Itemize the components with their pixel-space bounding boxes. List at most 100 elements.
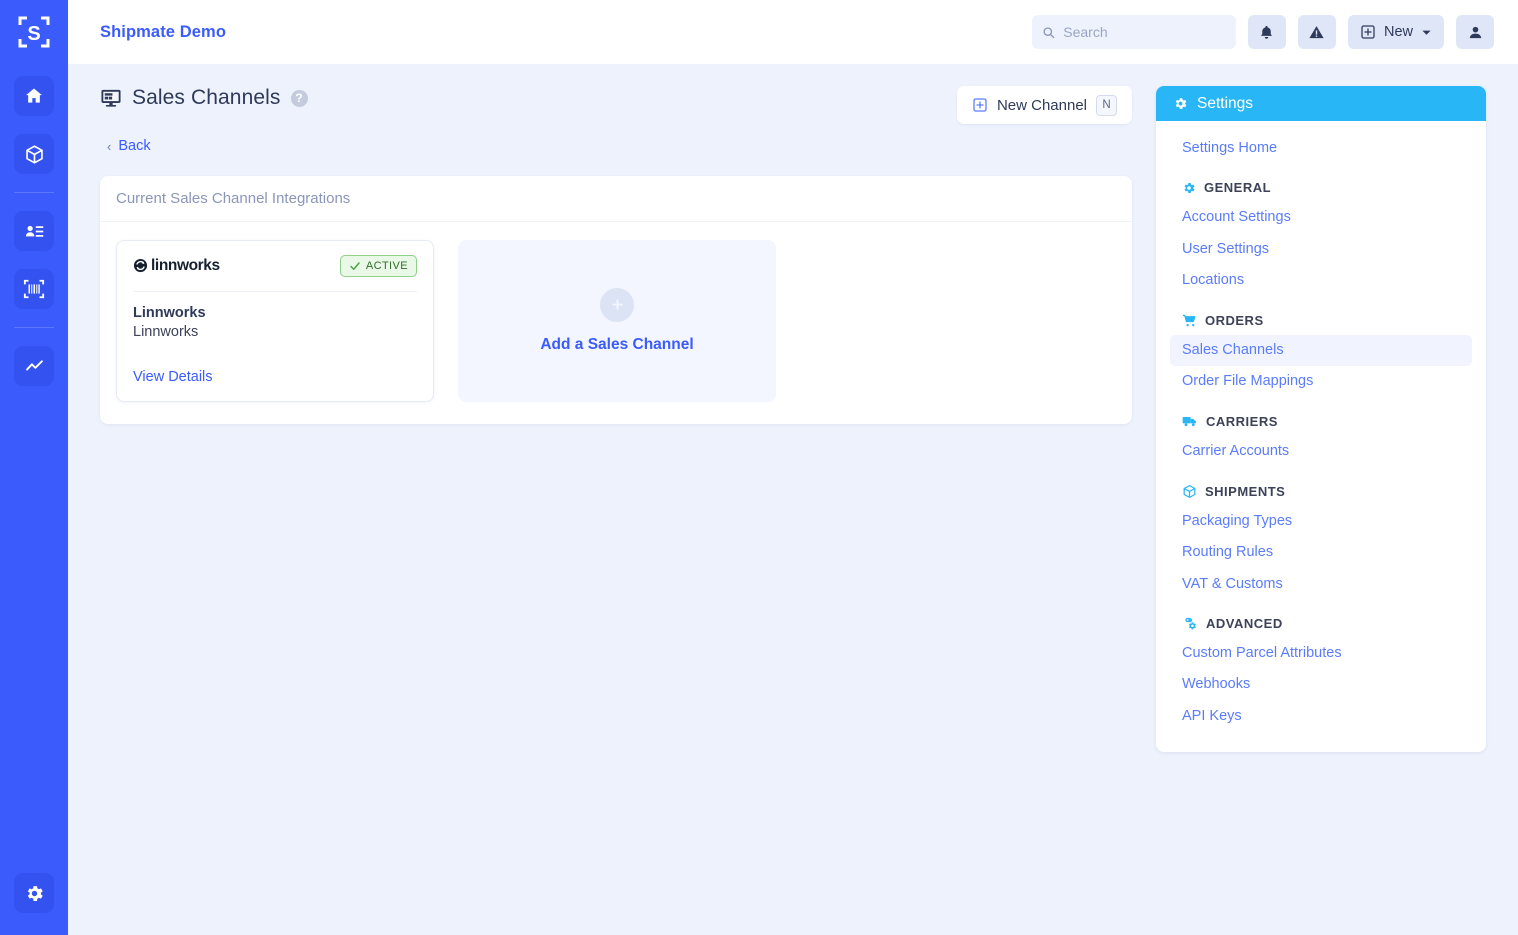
linnworks-logo: linnworks bbox=[133, 257, 220, 275]
page-title-row: Sales Channels ? bbox=[100, 86, 308, 110]
barcode-scan-icon bbox=[23, 279, 45, 299]
sidebar-item-routing-rules[interactable]: Routing Rules bbox=[1170, 537, 1472, 568]
settings-panel-header: Settings bbox=[1156, 86, 1486, 121]
integration-type: Linnworks bbox=[133, 324, 199, 341]
new-button-label: New bbox=[1383, 24, 1413, 40]
settings-group-label: ORDERS bbox=[1205, 312, 1264, 328]
rail-item-list bbox=[14, 76, 54, 404]
truck-icon bbox=[1182, 417, 1196, 427]
sidebar-item-api-keys[interactable]: API Keys bbox=[1170, 701, 1472, 732]
notifications-button[interactable] bbox=[1247, 15, 1286, 49]
new-channel-label: New Channel bbox=[996, 96, 1087, 114]
plus-square-icon bbox=[973, 98, 987, 112]
sidebar-item-custom-parcel-attributes[interactable]: Custom Parcel Attributes bbox=[1170, 638, 1472, 669]
page-left-column: Sales Channels ? New Channel N ‹ Back Cu bbox=[100, 86, 1132, 935]
user-avatar-icon bbox=[1469, 26, 1481, 38]
back-label: Back bbox=[118, 138, 151, 154]
gears-icon bbox=[1185, 617, 1196, 630]
package-box-icon bbox=[25, 144, 43, 164]
brand-title[interactable]: Shipmate Demo bbox=[100, 23, 226, 42]
app-logo[interactable]: S bbox=[0, 0, 68, 64]
rail-item-home[interactable] bbox=[14, 76, 54, 116]
integration-card[interactable]: linnworks ACTIVE Linnworks Linnworks Vie… bbox=[116, 239, 434, 402]
sidebar-item-order-file-mappings[interactable]: Order File Mappings bbox=[1170, 366, 1472, 397]
contact-list-icon bbox=[25, 225, 43, 237]
main-column: Shipmate Demo Search New Sales Channels … bbox=[68, 0, 1518, 935]
rail-divider bbox=[14, 192, 54, 193]
settings-group-label: SHIPMENTS bbox=[1205, 483, 1286, 499]
sidebar-item-packaging-types[interactable]: Packaging Types bbox=[1170, 506, 1472, 537]
shipmate-s-logo-icon: S bbox=[18, 16, 50, 48]
back-chevron-icon: ‹ bbox=[107, 138, 112, 154]
plus-square-icon bbox=[1361, 25, 1375, 39]
page-header: Sales Channels ? New Channel N bbox=[100, 86, 1132, 124]
settings-group-advanced: ADVANCED bbox=[1170, 600, 1472, 638]
check-icon bbox=[350, 261, 360, 270]
chevron-down-icon bbox=[1422, 30, 1431, 35]
plus-icon bbox=[611, 299, 623, 310]
account-button[interactable] bbox=[1456, 15, 1494, 49]
rail-item-scan[interactable] bbox=[14, 269, 54, 309]
linnworks-logo-text: linnworks bbox=[151, 256, 220, 274]
top-bar-actions: New bbox=[1031, 15, 1494, 49]
home-icon bbox=[26, 88, 42, 103]
sidebar-item-carrier-accounts[interactable]: Carrier Accounts bbox=[1170, 436, 1472, 467]
settings-group-orders: ORDERS bbox=[1170, 297, 1472, 335]
settings-panel-title: Settings bbox=[1197, 94, 1254, 112]
card-divider bbox=[133, 290, 417, 292]
integrations-list: linnworks ACTIVE Linnworks Linnworks Vie… bbox=[100, 222, 1132, 424]
sidebar-item-user-settings[interactable]: User Settings bbox=[1170, 234, 1472, 265]
back-link[interactable]: ‹ Back bbox=[100, 138, 151, 154]
sidebar-item-locations[interactable]: Locations bbox=[1170, 265, 1472, 296]
settings-group-carriers: CARRIERS bbox=[1170, 397, 1472, 436]
rail-item-shipments[interactable] bbox=[14, 134, 54, 174]
sidebar-item-account-settings[interactable]: Account Settings bbox=[1170, 202, 1472, 233]
search-input[interactable] bbox=[1063, 24, 1226, 40]
view-details-link[interactable]: View Details bbox=[133, 369, 417, 385]
search-box[interactable] bbox=[1031, 15, 1236, 49]
add-sales-channel-card[interactable]: Add a Sales Channel bbox=[458, 239, 776, 402]
sidebar-item-vat-customs[interactable]: VAT & Customs bbox=[1170, 569, 1472, 600]
settings-group-shipments: SHIPMENTS bbox=[1170, 468, 1472, 506]
integrations-panel-header: Current Sales Channel Integrations bbox=[100, 176, 1132, 222]
status-badge-label: ACTIVE bbox=[365, 259, 408, 272]
sidebar-item-webhooks[interactable]: Webhooks bbox=[1170, 669, 1472, 700]
monitor-display-icon bbox=[101, 89, 121, 107]
package-box-icon bbox=[1183, 484, 1196, 498]
add-sales-channel-label: Add a Sales Channel bbox=[540, 335, 694, 353]
integration-name: Linnworks bbox=[133, 304, 206, 321]
top-bar: Shipmate Demo Search New bbox=[68, 0, 1518, 64]
svg-text:S: S bbox=[27, 23, 40, 45]
sidebar-item-settings-home[interactable]: Settings Home bbox=[1170, 133, 1472, 164]
integrations-panel: Current Sales Channel Integrations linnw… bbox=[100, 175, 1132, 424]
rail-item-analytics[interactable] bbox=[14, 346, 54, 386]
settings-group-label: GENERAL bbox=[1204, 180, 1272, 196]
gear-icon bbox=[27, 885, 43, 901]
integration-card-header: linnworks ACTIVE bbox=[133, 254, 417, 277]
rail-item-settings[interactable] bbox=[14, 873, 54, 913]
bell-icon bbox=[1261, 25, 1273, 39]
search-icon bbox=[1043, 26, 1055, 38]
sidebar-item-sales-channels[interactable]: Sales Channels bbox=[1170, 334, 1472, 366]
page-title: Sales Channels bbox=[132, 86, 281, 109]
settings-nav: Settings Home GENERAL Account Settings U… bbox=[1156, 121, 1486, 752]
settings-group-general: GENERAL bbox=[1170, 164, 1472, 202]
alerts-button[interactable] bbox=[1297, 15, 1336, 49]
warning-triangle-icon bbox=[1309, 25, 1325, 38]
gear-icon bbox=[1184, 182, 1195, 193]
settings-group-label: ADVANCED bbox=[1206, 615, 1283, 631]
rail-divider bbox=[14, 327, 54, 328]
add-circle bbox=[600, 287, 634, 322]
page-body: Sales Channels ? New Channel N ‹ Back Cu bbox=[68, 64, 1518, 935]
settings-group-label: CARRIERS bbox=[1206, 413, 1278, 429]
trending-chart-icon bbox=[25, 359, 43, 371]
linnworks-circular-arrows-icon bbox=[133, 258, 148, 273]
new-button[interactable]: New bbox=[1347, 15, 1444, 49]
new-channel-shortcut: N bbox=[1096, 94, 1117, 116]
settings-panel: Settings Settings Home GENERAL Account S… bbox=[1156, 86, 1486, 753]
shopping-cart-icon bbox=[1182, 314, 1196, 326]
help-icon[interactable]: ? bbox=[290, 89, 308, 107]
gear-icon bbox=[1175, 98, 1187, 109]
rail-item-contacts[interactable] bbox=[14, 211, 54, 251]
new-channel-button[interactable]: New Channel N bbox=[956, 86, 1132, 124]
